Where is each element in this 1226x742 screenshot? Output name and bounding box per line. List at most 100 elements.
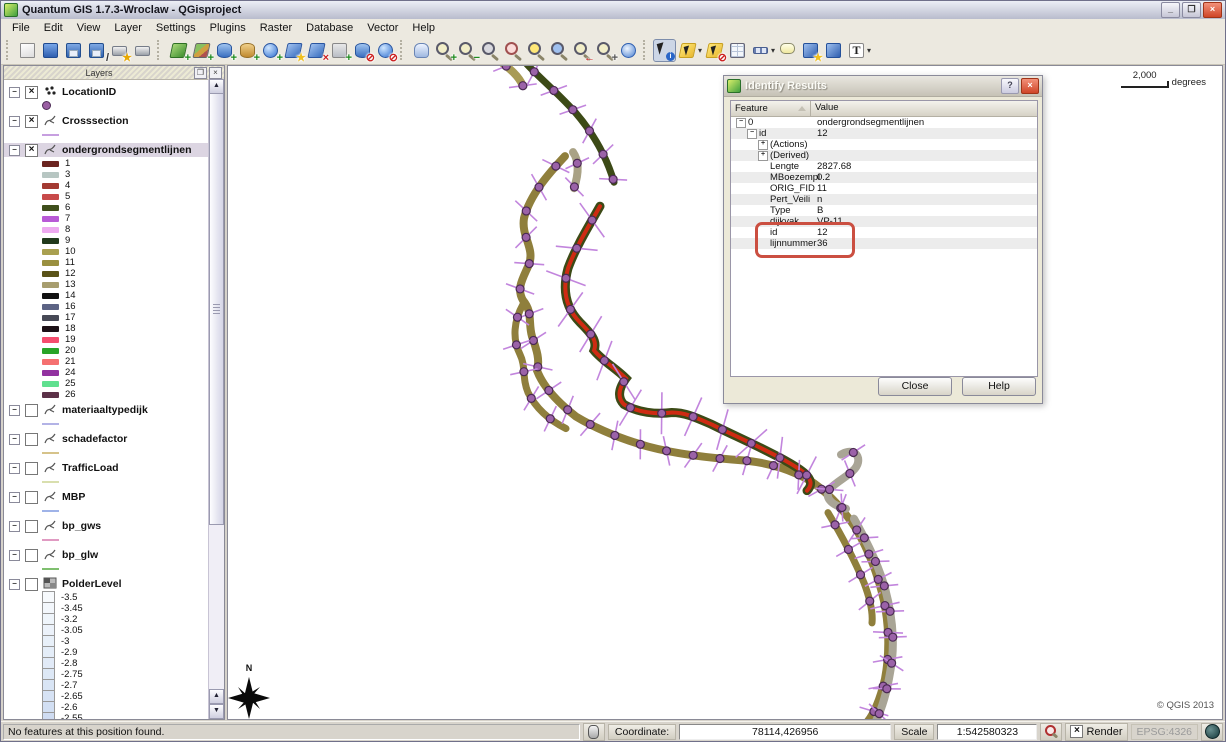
panel-float-icon[interactable]: ❐: [194, 67, 207, 79]
collapse-icon[interactable]: −: [9, 405, 20, 416]
collapse-icon[interactable]: −: [9, 550, 20, 561]
menu-item-settings[interactable]: Settings: [149, 21, 203, 35]
close-button[interactable]: ×: [1203, 2, 1222, 18]
offline-editing-icon[interactable]: ⊘: [375, 40, 396, 61]
menu-item-plugins[interactable]: Plugins: [203, 21, 253, 35]
scroll-up-icon[interactable]: ▲: [209, 79, 224, 94]
layer-visibility-checkbox[interactable]: ×: [25, 86, 38, 99]
collapse-icon[interactable]: −: [9, 87, 20, 98]
add-gps-layer-icon[interactable]: +: [329, 40, 350, 61]
dialog-help-icon[interactable]: ?: [1001, 78, 1019, 94]
identify-row-type[interactable]: TypeB: [731, 205, 1037, 216]
layer-item-Crosssection[interactable]: −×Crosssection: [4, 114, 209, 128]
collapse-icon[interactable]: −: [9, 434, 20, 445]
db-manager-icon[interactable]: ⊘: [352, 40, 373, 61]
identify-row-id[interactable]: −id12: [731, 128, 1037, 139]
close-button[interactable]: Close: [878, 377, 952, 396]
select-features-icon[interactable]: [677, 40, 698, 61]
open-attribute-table-icon[interactable]: [727, 40, 748, 61]
deselect-features-icon[interactable]: ⊘: [704, 40, 725, 61]
layer-item-ondergrondsegmentlijnen[interactable]: −×ondergrondsegmentlijnen: [4, 143, 209, 157]
save-project-as-icon[interactable]: /: [86, 40, 107, 61]
refresh-map-icon[interactable]: [618, 40, 639, 61]
scroll-up2-icon[interactable]: ▲: [209, 689, 224, 704]
menu-item-help[interactable]: Help: [405, 21, 442, 35]
identify-row-orig_fid[interactable]: ORIG_FID11: [731, 183, 1037, 194]
new-project-icon[interactable]: [17, 40, 38, 61]
layer-visibility-checkbox[interactable]: [25, 404, 38, 417]
feature-column-header[interactable]: Feature: [735, 103, 768, 114]
layer-visibility-checkbox[interactable]: ×: [25, 144, 38, 157]
add-raster-layer-icon[interactable]: +: [191, 40, 212, 61]
save-project-icon[interactable]: [63, 40, 84, 61]
minimize-button[interactable]: _: [1161, 2, 1180, 18]
render-checkbox[interactable]: ×: [1070, 725, 1083, 738]
pan-map-icon[interactable]: [411, 40, 432, 61]
identify-row-derived[interactable]: +(Derived): [731, 150, 1037, 161]
add-vector-layer-icon[interactable]: +: [168, 40, 189, 61]
restore-button[interactable]: ❐: [1182, 2, 1201, 18]
layer-visibility-checkbox[interactable]: [25, 433, 38, 446]
menu-item-vector[interactable]: Vector: [360, 21, 405, 35]
add-wms-layer-icon[interactable]: +: [260, 40, 281, 61]
identify-row-dijkvak[interactable]: dijkvakVP-11: [731, 216, 1037, 227]
layer-item-LocationID[interactable]: −×LocationID: [4, 85, 209, 99]
layer-item-bp_gws[interactable]: −bp_gws: [4, 519, 209, 533]
menu-item-view[interactable]: View: [70, 21, 108, 35]
collapse-icon[interactable]: −: [9, 116, 20, 127]
new-bookmark-icon[interactable]: ★: [800, 40, 821, 61]
new-shapefile-layer-icon[interactable]: ★: [283, 40, 304, 61]
select-features-dropdown-icon[interactable]: ▾: [698, 46, 702, 55]
measure-dropdown-icon[interactable]: ▾: [771, 46, 775, 55]
identify-dialog-titlebar[interactable]: Identify Results ? ×: [724, 76, 1042, 97]
new-print-composer-icon[interactable]: ★: [109, 40, 130, 61]
menu-item-layer[interactable]: Layer: [107, 21, 149, 35]
add-postgis-layer-icon[interactable]: +: [214, 40, 235, 61]
projection-button[interactable]: [1201, 723, 1223, 741]
add-spatialite-layer-icon[interactable]: +: [237, 40, 258, 61]
zoom-native-icon[interactable]: [480, 40, 501, 61]
coordinate-capture-button[interactable]: [583, 723, 605, 741]
identify-features-icon[interactable]: i: [654, 40, 675, 61]
text-annotation-dropdown-icon[interactable]: ▾: [867, 46, 871, 55]
identify-row-id[interactable]: id12: [731, 227, 1037, 238]
layers-scrollbar[interactable]: ▲ ▲ ▼: [208, 79, 224, 719]
menu-item-database[interactable]: Database: [299, 21, 360, 35]
zoom-layer-icon[interactable]: [526, 40, 547, 61]
zoom-selection-icon[interactable]: [503, 40, 524, 61]
layer-visibility-checkbox[interactable]: [25, 491, 38, 504]
stop-render-button[interactable]: [1040, 723, 1062, 741]
menu-item-edit[interactable]: Edit: [37, 21, 70, 35]
layer-visibility-checkbox[interactable]: [25, 462, 38, 475]
scroll-thumb[interactable]: [209, 93, 224, 525]
open-project-icon[interactable]: [40, 40, 61, 61]
dialog-close-icon[interactable]: ×: [1021, 78, 1039, 94]
identify-row-pert_veili[interactable]: Pert_Veilin: [731, 194, 1037, 205]
identify-table-header[interactable]: Feature Value: [731, 101, 1037, 117]
scale-input[interactable]: 1:542580323: [937, 724, 1037, 740]
collapse-icon[interactable]: −: [9, 521, 20, 532]
coordinate-input[interactable]: 78114,426956: [679, 724, 891, 740]
tree-expander-icon[interactable]: −: [747, 129, 757, 139]
panel-close-icon[interactable]: ×: [209, 67, 222, 79]
layer-item-PolderLevel[interactable]: −PolderLevel: [4, 577, 209, 591]
layer-item-schadefactor[interactable]: −schadefactor: [4, 432, 209, 446]
identify-row-actions[interactable]: +(Actions): [731, 139, 1037, 150]
composer-manager-icon[interactable]: [132, 40, 153, 61]
zoom-out-icon[interactable]: −: [457, 40, 478, 61]
layer-item-TrafficLoad[interactable]: −TrafficLoad: [4, 461, 209, 475]
show-bookmarks-icon[interactable]: [823, 40, 844, 61]
identify-row-lengte[interactable]: Lengte2827.68: [731, 161, 1037, 172]
identify-row-lijnnummer[interactable]: lijnnummer36: [731, 238, 1037, 249]
layer-visibility-checkbox[interactable]: [25, 549, 38, 562]
tree-expander-icon[interactable]: +: [758, 151, 768, 161]
value-column-header[interactable]: Value: [811, 101, 843, 116]
layer-visibility-checkbox[interactable]: [25, 520, 38, 533]
zoom-next-icon[interactable]: +: [595, 40, 616, 61]
collapse-icon[interactable]: −: [9, 492, 20, 503]
layer-item-MBP[interactable]: −MBP: [4, 490, 209, 504]
layer-item-materiaaltypedijk[interactable]: −materiaaltypedijk: [4, 403, 209, 417]
render-toggle[interactable]: × Render: [1065, 723, 1127, 741]
identify-row-mboezempl[interactable]: MBoezempl0.2: [731, 172, 1037, 183]
help-button[interactable]: Help: [962, 377, 1036, 396]
